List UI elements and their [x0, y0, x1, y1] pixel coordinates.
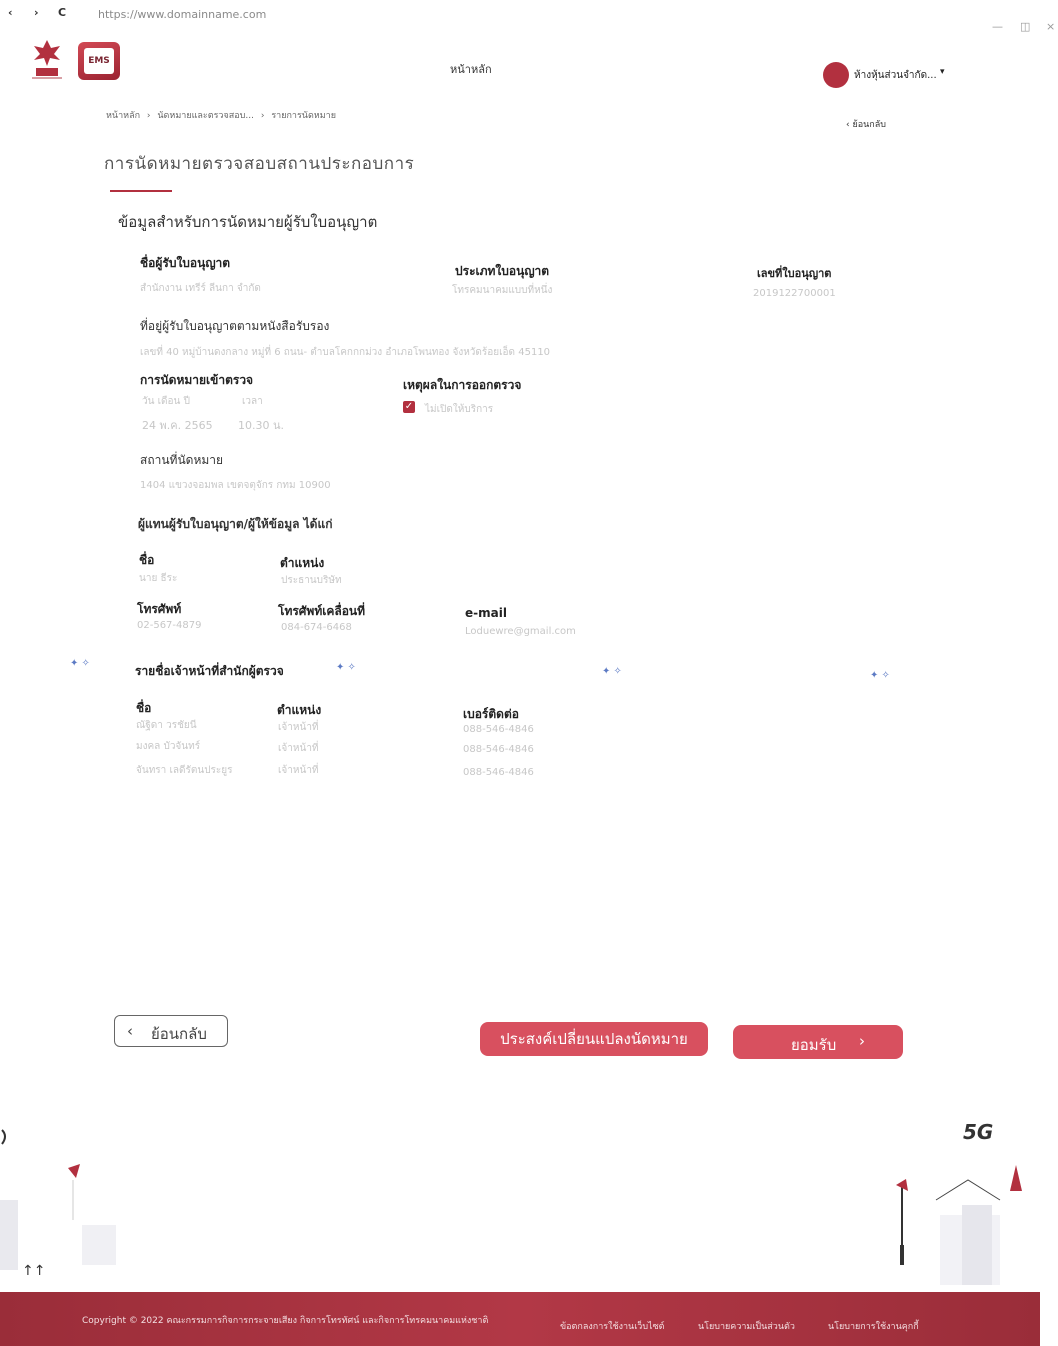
close-icon[interactable]: × [1046, 20, 1055, 33]
license-number-label: เลขที่ใบอนุญาต [757, 267, 832, 280]
accept-button-label: ยอมรับ [791, 1036, 837, 1054]
breadcrumb: หน้าหลัก › นัดหมายและตรวจสอบ... › รายการ… [106, 108, 340, 122]
officer-name: มงคล บัวจันทร์ [136, 741, 201, 752]
appointment-time-value: 10.30 น. [238, 419, 285, 432]
appointment-date-value: 24 พ.ค. 2565 [142, 419, 213, 432]
footer-copyright: Copyright © 2022 คณะกรรมการกิจการกระจายเ… [82, 1316, 489, 1326]
restore-icon[interactable]: ◫ [1020, 20, 1030, 33]
address-bar[interactable]: https://www.domainname.com [98, 8, 266, 21]
footer-link-terms[interactable]: ข้อตกลงการใช้งานเว็บไซต์ [560, 1319, 665, 1333]
5g-label: 5G [963, 1120, 994, 1144]
breadcrumb-separator: › [260, 111, 265, 121]
rep-phone-value: 02-567-4879 [137, 620, 202, 631]
officer-position: เจ้าหน้าที่ [278, 722, 319, 733]
place-value: 1404 แขวงจอมพล เขตจตุจักร กทม 10900 [140, 480, 331, 491]
breadcrumb-appointments[interactable]: นัดหมายและตรวจสอบ... [157, 111, 254, 121]
rep-position-value: ประธานบริษัท [281, 575, 342, 586]
license-number-value: 2019122700001 [753, 288, 836, 299]
company-avatar-icon[interactable] [823, 62, 849, 88]
footer: Copyright © 2022 คณะกรรมการกิจการกระจายเ… [0, 1292, 1040, 1346]
license-type-value: โทรคมนาคมแบบที่หนึ่ง [452, 285, 553, 296]
telecom-illustration-right [896, 1165, 1022, 1285]
officer-contact-header: เบอร์ติดต่อ [463, 707, 519, 721]
nbtc-emblem-icon[interactable] [30, 38, 64, 80]
user-menu-name[interactable]: ห้างหุ้นส่วนจำกัด... [854, 68, 937, 83]
chevron-down-icon[interactable]: ▾ [940, 67, 945, 77]
officer-phone: 088-546-4846 [463, 767, 534, 778]
officer-phone: 088-546-4846 [463, 724, 534, 735]
officer-position-header: ตำแหน่ง [277, 703, 322, 717]
browser-forward-icon[interactable]: › [34, 6, 39, 19]
svg-text:↑↑: ↑↑ [22, 1263, 45, 1279]
ems-logo-label: EMS [84, 48, 114, 74]
back-link[interactable]: ‹ ย้อนกลับ [846, 117, 886, 131]
accept-button[interactable]: ยอมรับ › [733, 1025, 903, 1059]
officer-name: จันทรา เลดีรัตนประยูร [136, 765, 233, 776]
nav-home-link[interactable]: หน้าหลัก [450, 60, 492, 78]
reason-value: ไม่เปิดให้บริการ [425, 404, 494, 415]
officer-name: ณัฐิดา วรชัยนี [136, 720, 197, 731]
rep-name-label: ชื่อ [139, 553, 155, 567]
rep-email-value: Loduewre@gmail.com [465, 626, 576, 637]
licensee-name-label: ชื่อผู้รับใบอนุญาต [140, 256, 231, 270]
chevron-left-icon: ‹ [127, 1022, 133, 1040]
ems-logo[interactable]: EMS [78, 42, 120, 80]
address-value: เลขที่ 40 หมู่บ้านดงกลาง หมู่ที่ 6 ถนน- … [140, 347, 551, 358]
page-title: การนัดหมายตรวจสอบสถานประกอบการ [104, 154, 415, 174]
place-label: สถานที่นัดหมาย [140, 453, 224, 467]
appointment-label: การนัดหมายเข้าตรวจ [140, 373, 254, 387]
browser-back-icon[interactable]: ‹ [8, 6, 13, 19]
browser-reload-icon[interactable]: C [58, 6, 66, 19]
rep-phone-label: โทรศัพท์ [137, 602, 182, 616]
rep-mobile-label: โทรศัพท์เคลื่อนที่ [278, 604, 366, 618]
chevron-right-icon: › [859, 1032, 865, 1050]
appointment-day-label: วัน เดือน ปี [142, 396, 190, 407]
officer-name-header: ชื่อ [136, 701, 152, 715]
rep-name-value: นาย ธีระ [139, 573, 178, 584]
license-type-label: ประเภทใบอนุญาต [455, 264, 550, 278]
officer-position: เจ้าหน้าที่ [278, 765, 319, 776]
officers-title: รายชื่อเจ้าหน้าที่สำนักผู้ตรวจ [135, 664, 284, 678]
licensee-name-value: สำนักงาน เทรีร์ ลีนกา จำกัด [140, 283, 261, 294]
footer-link-privacy[interactable]: นโยบายความเป็นส่วนตัว [698, 1319, 795, 1333]
rep-mobile-value: 084-674-6468 [281, 622, 352, 633]
sparkle-icon: ✦ ✧ [70, 658, 90, 669]
reason-checkbox[interactable]: ✓ [403, 401, 415, 413]
breadcrumb-current: รายการนัดหมาย [271, 111, 336, 121]
address-label: ที่อยู่ผู้รับใบอนุญาตตามหนังสือรับรอง [140, 319, 330, 333]
title-underline [110, 190, 172, 192]
representative-title: ผู้แทนผู้รับใบอนุญาต/ผู้ให้ข้อมูล ได้แก่ [138, 517, 333, 531]
request-change-button[interactable]: ประสงค์เปลี่ยนแปลงนัดหมาย [480, 1022, 708, 1056]
breadcrumb-separator: › [146, 111, 151, 121]
appointment-time-label: เวลา [242, 396, 263, 407]
sparkle-icon: ✦ ✧ [870, 670, 890, 681]
minimize-icon[interactable]: — [992, 20, 1003, 33]
footer-link-cookies[interactable]: นโยบายการใช้งานคุกกี้ [828, 1319, 919, 1333]
sparkle-icon: ✦ ✧ [602, 666, 622, 677]
back-button-label: ย้อนกลับ [151, 1025, 207, 1043]
rep-position-label: ตำแหน่ง [280, 556, 325, 570]
back-button[interactable]: ‹ ย้อนกลับ [114, 1015, 228, 1047]
officer-phone: 088-546-4846 [463, 744, 534, 755]
sparkle-icon: ✦ ✧ [336, 662, 356, 673]
breadcrumb-home[interactable]: หน้าหลัก [106, 111, 140, 121]
telecom-illustration-left: ↑↑ [0, 1129, 116, 1279]
reason-label: เหตุผลในการออกตรวจ [403, 378, 522, 392]
officer-position: เจ้าหน้าที่ [278, 743, 319, 754]
section-title: ข้อมูลสำหรับการนัดหมายผู้รับใบอนุญาต [118, 213, 378, 231]
rep-email-label: e-mail [465, 606, 507, 620]
